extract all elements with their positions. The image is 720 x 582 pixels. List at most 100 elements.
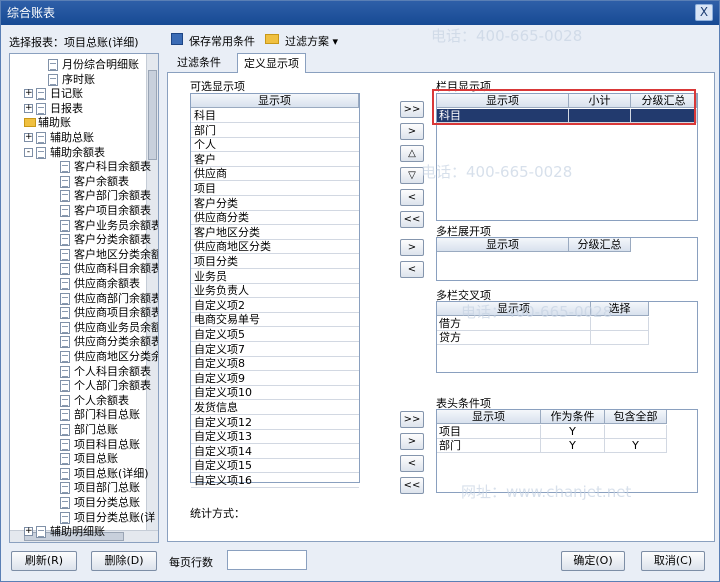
tree-node[interactable]: 个人部门余额表 [74,379,151,393]
available-item[interactable]: 自定义项2 [191,299,359,313]
collapse-toggle-icon[interactable]: - [24,147,33,157]
cross-row-debit-select[interactable] [591,317,649,331]
tree-node[interactable]: 供应商余额表 [74,277,140,291]
tree-node[interactable]: 客户余额表 [74,175,129,189]
header-move-all-left-button[interactable]: << [400,477,424,494]
move-up-button[interactable]: △ [400,145,424,162]
tree-node[interactable]: 部门总账 [74,423,118,437]
move-all-left-button[interactable]: << [400,211,424,228]
tree-node[interactable]: 供应商部门余额表 [74,292,158,306]
hc-row-department[interactable]: 部门 [437,439,541,453]
available-item[interactable]: 自定义项16 [191,474,359,488]
tree-node[interactable]: 辅助明细账 [50,525,105,539]
tab-filter-conditions[interactable]: 过滤条件 [171,53,227,73]
available-item[interactable]: 自定义项15 [191,459,359,474]
expand-toggle-icon[interactable]: + [24,89,33,99]
tree-node[interactable]: 客户业务员余额表 [74,219,158,233]
available-item[interactable]: 供应商地区分类 [191,240,359,255]
cross-row-debit[interactable]: 借方 [437,317,591,331]
multi-cross-grid[interactable]: 显示项 选择 借方 贷方 [436,301,698,373]
tree-node[interactable]: 辅助账 [38,116,71,130]
available-item[interactable]: 自定义项10 [191,386,359,401]
tree-node[interactable]: 供应商业务员余额 [74,321,158,335]
available-item[interactable]: 发货信息 [191,401,359,415]
header-move-left-button[interactable]: < [400,455,424,472]
available-item[interactable]: 自定义项8 [191,357,359,372]
tree-node[interactable]: 日报表 [50,102,83,116]
available-item[interactable]: 自定义项12 [191,416,359,430]
delete-button[interactable]: 删除(D) [91,551,157,571]
tree-node[interactable]: 项目总账 [74,452,118,466]
available-item[interactable]: 业务员 [191,270,359,284]
multi-expand-grid[interactable]: 显示项 分级汇总 [436,237,698,281]
tree-node[interactable]: 个人科目余额表 [74,365,151,379]
tree-node[interactable]: 客户科目余额表 [74,160,151,174]
tree-node[interactable]: 项目科目总账 [74,438,140,452]
tree-node[interactable]: 辅助余额表 [50,146,105,160]
available-item[interactable]: 自定义项9 [191,372,359,386]
move-left-button[interactable]: < [400,189,424,206]
cross-row-credit-select[interactable] [591,331,649,345]
tree-node[interactable]: 序时账 [62,73,95,87]
tree-node[interactable]: 项目部门总账 [74,481,140,495]
tree-node[interactable]: 项目分类总账(详 [74,511,155,525]
available-item[interactable]: 自定义项7 [191,343,359,357]
available-item[interactable]: 自定义项14 [191,445,359,459]
ok-button[interactable]: 确定(O) [561,551,625,571]
tree-node[interactable]: 客户部门余额表 [74,189,151,203]
tab-define-display[interactable]: 定义显示项 [237,53,306,73]
refresh-button[interactable]: 刷新(R) [11,551,77,571]
available-item[interactable]: 项目分类 [191,255,359,269]
available-item[interactable]: 客户分类 [191,197,359,211]
move-down-button[interactable]: ▽ [400,167,424,184]
cross-row-credit[interactable]: 贷方 [437,331,591,345]
available-item[interactable]: 个人 [191,138,359,153]
expand-toggle-icon[interactable]: + [24,103,33,113]
filter-scheme-button[interactable]: 过滤方案 ▾ [285,33,338,49]
tree-node[interactable]: 月份综合明细账 [62,58,139,72]
available-items-list[interactable]: 显示项 科目 部门 个人 客户 供应商 项目 客户分类 供应商分类 客户地区分类 供应商地区分类项… [190,93,360,488]
header-move-all-right-button[interactable]: >> [400,411,424,428]
tree-node[interactable]: 供应商地区分类余 [74,350,158,364]
available-item[interactable]: 业务负责人 [191,284,359,299]
hc-row-department-condition[interactable]: Y [541,439,605,453]
save-conditions-button[interactable]: 保存常用条件 [189,33,255,49]
expand-move-left-button[interactable]: < [400,261,424,278]
available-item[interactable]: 客户地区分类 [191,226,359,240]
tree-node[interactable]: 供应商项目余额表 [74,306,158,320]
available-item[interactable]: 部门 [191,124,359,138]
cancel-button[interactable]: 取消(C) [641,551,705,571]
hc-row-department-include[interactable]: Y [605,439,667,453]
available-item[interactable]: 项目 [191,182,359,196]
available-item[interactable]: 供应商分类 [191,211,359,226]
available-item[interactable]: 客户 [191,153,359,167]
expand-move-right-button[interactable]: > [400,239,424,256]
rows-per-page-input[interactable] [227,550,307,570]
move-right-button[interactable]: > [400,123,424,140]
move-all-right-button[interactable]: >> [400,101,424,118]
tree-node[interactable]: 项目总账(详细) [74,467,149,481]
tree-node[interactable]: 项目分类总账 [74,496,140,510]
hc-row-project[interactable]: 项目 [437,425,541,439]
tree-node[interactable]: 供应商科目余额表 [74,262,158,276]
expand-toggle-icon[interactable]: + [24,133,33,142]
tree-node[interactable]: 辅助总账 [50,131,94,145]
tree-node[interactable]: 客户项目余额表 [74,204,151,218]
tree-node[interactable]: 供应商分类余额表 [74,335,158,349]
hc-row-project-include[interactable] [605,425,667,439]
tree-vscroll-thumb[interactable] [148,70,157,160]
available-item[interactable]: 科目 [191,109,359,123]
tree-node[interactable]: 客户分类余额表 [74,233,151,247]
close-button[interactable]: X [695,4,713,21]
available-item[interactable]: 自定义项5 [191,328,359,342]
available-item[interactable]: 供应商 [191,167,359,182]
hc-row-project-condition[interactable]: Y [541,425,605,439]
available-item[interactable]: 自定义项13 [191,430,359,445]
tree-node[interactable]: 部门科目总账 [74,408,140,422]
tree-node[interactable]: 客户地区分类余额 [74,248,158,262]
expand-toggle-icon[interactable]: + [24,527,33,537]
tree-node[interactable]: 日记账 [50,87,83,101]
available-item[interactable]: 电商交易单号 [191,313,359,328]
header-move-right-button[interactable]: > [400,433,424,450]
report-tree[interactable]: 月份综合明细账 序时账 + 日记账 + 日报表 辅助账 + 辅助总账 - 辅助余额表 客户科目余额表客… [9,53,159,543]
